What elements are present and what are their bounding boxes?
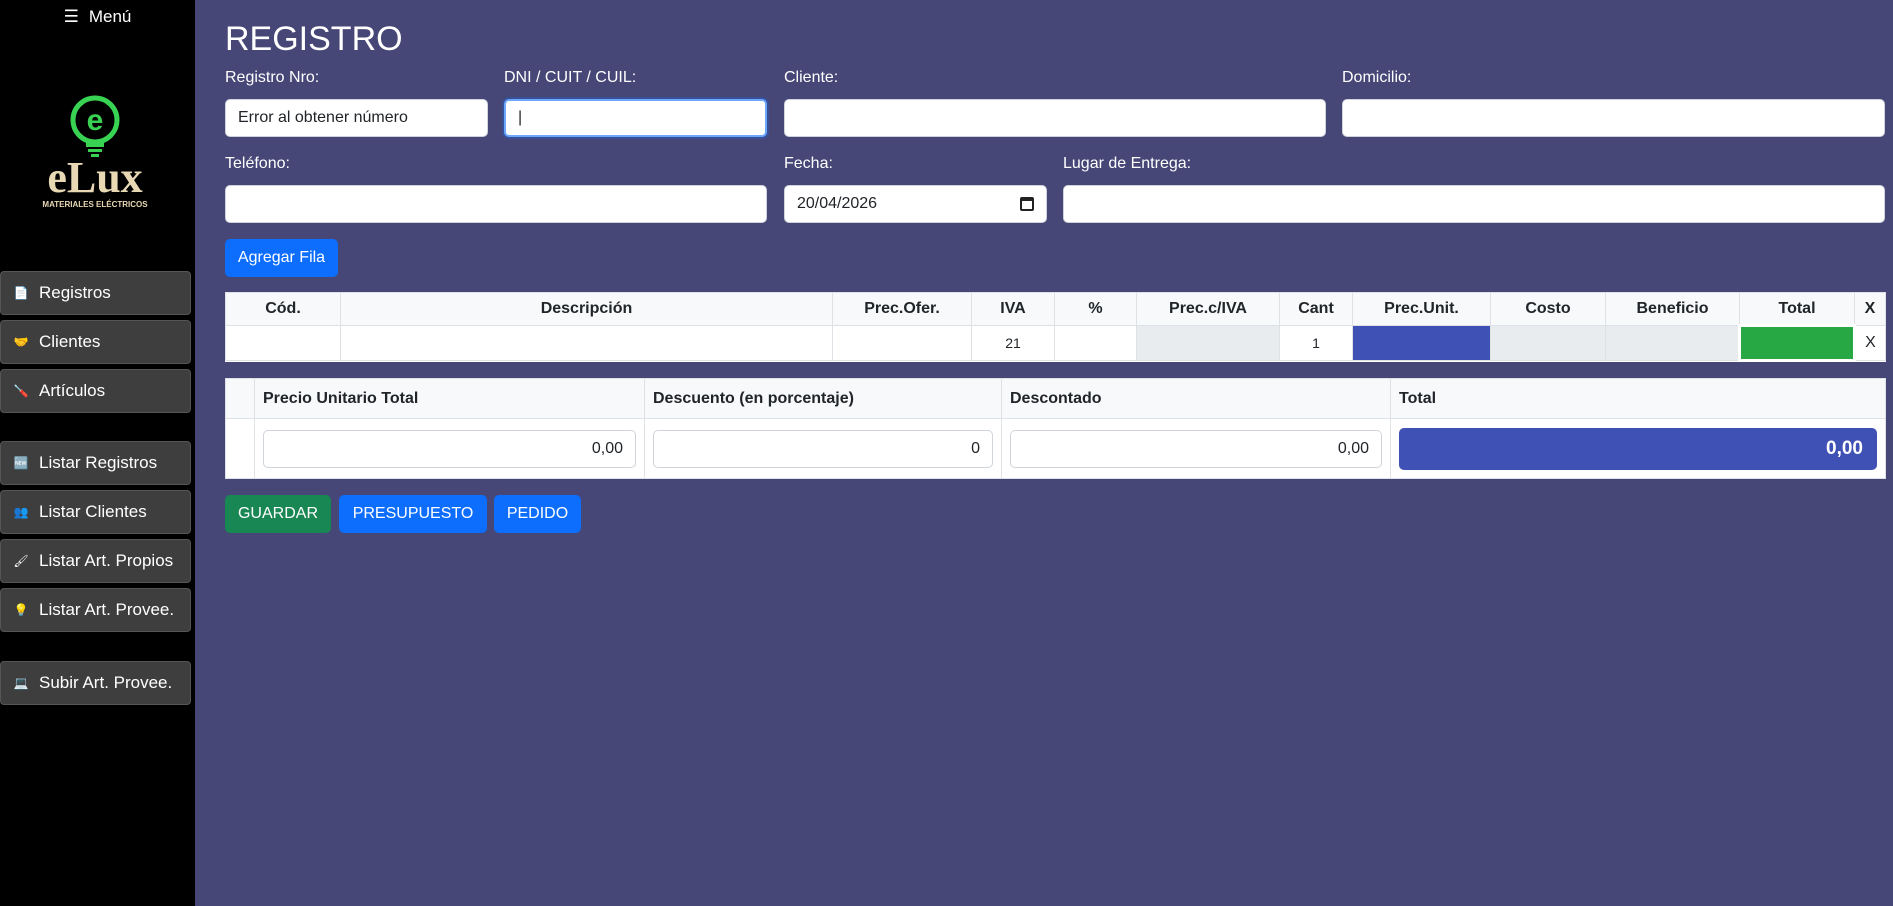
sidebar-item-label: Registros — [39, 283, 111, 302]
sidebar-item-label: Artículos — [39, 381, 106, 400]
dni-label: DNI / CUIT / CUIL: — [504, 69, 637, 86]
descuento-cell: 0 — [644, 418, 1002, 479]
cell-cod[interactable] — [225, 325, 341, 361]
col-header-prec-civa: Prec.c/IVA — [1136, 292, 1280, 326]
summary-header-row: Precio Unitario Total Descuento (en porc… — [225, 378, 1886, 419]
total-value: 0,00 — [1399, 427, 1877, 470]
elux-logo: e eLux MATERIALES ELÉCTRICOS — [30, 92, 160, 222]
sidebar-item-articulos[interactable]: 🪛 Artículos — [0, 369, 191, 413]
col-header-descuento: Descuento (en porcentaje) — [644, 378, 1002, 419]
page-title: REGISTRO — [225, 20, 403, 58]
sidebar-item-listar-registros[interactable]: 🆕 Listar Registros — [0, 441, 191, 485]
screwdriver-icon: 🪛 — [13, 384, 29, 398]
sidebar-item-registros[interactable]: 📄 Registros — [0, 271, 191, 315]
guardar-button[interactable]: GUARDAR — [225, 495, 331, 533]
cliente-input[interactable] — [784, 99, 1326, 137]
col-header-prec-ofer: Prec.Ofer. — [832, 292, 972, 326]
cell-prec-unit — [1352, 325, 1491, 361]
calendar-icon[interactable] — [1020, 197, 1034, 211]
hamburger-icon: ☰ — [63, 7, 79, 26]
sidebar-item-listar-clientes[interactable]: 👥 Listar Clientes — [0, 490, 191, 534]
registro-label: Registro Nro: — [225, 69, 320, 86]
cell-total — [1738, 324, 1856, 362]
fecha-label: Fecha: — [784, 155, 833, 172]
svg-text:e: e — [87, 104, 104, 137]
summary-spacer-cell — [225, 418, 255, 479]
telefono-input[interactable] — [225, 185, 767, 223]
cell-prec-civa — [1136, 325, 1280, 361]
agregar-fila-button[interactable]: Agregar Fila — [225, 239, 338, 277]
sidebar-item-label: Clientes — [39, 332, 101, 351]
sidebar-item-clientes[interactable]: 🤝 Clientes — [0, 320, 191, 364]
fecha-value: 20/04/2026 — [797, 195, 878, 212]
precio-unitario-total-cell: 0,00 — [254, 418, 645, 479]
sidebar-item-subir-art-provee[interactable]: 💻 Subir Art. Provee. — [0, 661, 191, 705]
descuento-field[interactable]: 0 — [653, 429, 993, 468]
people-icon: 👥 — [13, 505, 29, 519]
col-header-beneficio: Beneficio — [1605, 292, 1740, 326]
brush-icon: 🖌 — [13, 554, 29, 568]
cell-porcentaje[interactable] — [1054, 325, 1137, 361]
document-icon: 📄 — [13, 286, 29, 300]
col-header-porcentaje: % — [1054, 292, 1137, 326]
fecha-date-input[interactable]: 20/04/2026 — [784, 185, 1047, 223]
table-row: 21 1 X — [225, 324, 1886, 362]
col-header-precio-unitario-total: Precio Unitario Total — [254, 378, 645, 419]
domicilio-input[interactable] — [1342, 99, 1885, 137]
sidebar-item-label: Subir Art. Provee. — [39, 673, 173, 692]
laptop-icon: 💻 — [13, 676, 29, 690]
items-table-header-row: Cód. Descripción Prec.Ofer. IVA % Prec.c… — [225, 292, 1886, 326]
items-table: Cód. Descripción Prec.Ofer. IVA % Prec.c… — [225, 292, 1886, 362]
presupuesto-button[interactable]: PRESUPUESTO — [339, 495, 487, 533]
summary-row: 0,00 0 0,00 0,00 — [225, 418, 1886, 479]
summary-table: Precio Unitario Total Descuento (en porc… — [225, 378, 1886, 479]
logo-tagline: MATERIALES ELÉCTRICOS — [42, 200, 148, 209]
menu-label: Menú — [88, 7, 132, 26]
cell-beneficio — [1605, 325, 1740, 361]
cliente-label: Cliente: — [784, 69, 839, 86]
col-header-remove: X — [1854, 292, 1886, 326]
new-icon: 🆕 — [13, 456, 29, 470]
cell-costo — [1490, 325, 1606, 361]
lugar-entrega-label: Lugar de Entrega: — [1063, 155, 1192, 172]
main-content: REGISTRO Registro Nro: DNI / CUIT / CUIL… — [195, 0, 1893, 906]
sidebar-item-listar-art-propios[interactable]: 🖌 Listar Art. Propios — [0, 539, 191, 583]
dni-cuit-cuil-input[interactable] — [504, 99, 767, 137]
col-header-descripcion: Descripción — [340, 292, 833, 326]
cell-prec-ofer[interactable] — [832, 325, 972, 361]
col-header-iva: IVA — [971, 292, 1055, 326]
total-cell: 0,00 — [1390, 418, 1886, 479]
sidebar-item-label: Listar Art. Propios — [39, 551, 174, 570]
sidebar-item-label: Listar Clientes — [39, 502, 147, 521]
col-header-total: Total — [1739, 292, 1855, 326]
sidebar-item-label: Listar Art. Provee. — [39, 600, 175, 619]
cell-descripcion[interactable] — [340, 325, 833, 361]
registro-number-input[interactable] — [225, 99, 488, 137]
col-header-prec-unit: Prec.Unit. — [1352, 292, 1491, 326]
sidebar-item-listar-art-provee[interactable]: 💡 Listar Art. Provee. — [0, 588, 191, 632]
lightbulb-icon: 💡 — [13, 603, 29, 617]
telefono-label: Teléfono: — [225, 155, 290, 172]
menu-toggle-button[interactable]: ☰ Menú — [0, 0, 195, 34]
col-header-descontado: Descontado — [1001, 378, 1391, 419]
col-header-costo: Costo — [1490, 292, 1606, 326]
domicilio-label: Domicilio: — [1342, 69, 1412, 86]
cell-iva[interactable]: 21 — [971, 325, 1055, 361]
summary-spacer-header — [225, 378, 255, 419]
sidebar: ☰ Menú e eLux MATERIALES ELÉCTRICOS 📄 Re… — [0, 0, 195, 906]
logo-brand: eLux — [47, 153, 142, 202]
col-header-cod: Cód. — [225, 292, 341, 326]
col-header-cant: Cant — [1279, 292, 1353, 326]
pedido-button[interactable]: PEDIDO — [494, 495, 581, 533]
col-header-total: Total — [1390, 378, 1886, 419]
precio-unitario-total-field[interactable]: 0,00 — [263, 429, 636, 468]
remove-row-button[interactable]: X — [1854, 325, 1886, 361]
sidebar-item-label: Listar Registros — [39, 453, 158, 472]
descontado-cell: 0,00 — [1001, 418, 1391, 479]
lightbulb-e-icon: e eLux MATERIALES ELÉCTRICOS — [42, 95, 148, 209]
lugar-entrega-input[interactable] — [1063, 185, 1885, 223]
handshake-icon: 🤝 — [13, 335, 29, 349]
cell-cant[interactable]: 1 — [1279, 325, 1353, 361]
descontado-field[interactable]: 0,00 — [1010, 429, 1382, 468]
